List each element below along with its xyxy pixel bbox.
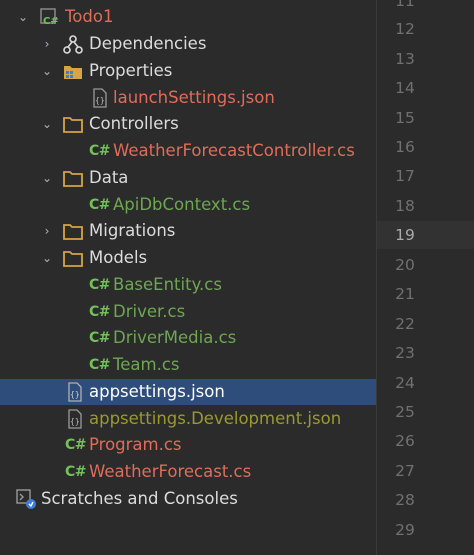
chevron-down-icon[interactable]: ⌄ [16, 4, 30, 30]
project-icon: C# [39, 4, 59, 30]
line-number: 29 [395, 521, 415, 539]
tree-node-team[interactable]: C# Team.cs [0, 352, 376, 378]
folder-icon [63, 245, 83, 271]
project-name: Todo1 [65, 7, 114, 26]
folder-icon [63, 111, 83, 137]
tree-label: BaseEntity.cs [113, 275, 222, 294]
tree-node-launchsettings[interactable]: {} launchSettings.json [0, 85, 376, 111]
csharp-file-icon: C# [89, 330, 111, 346]
line-number: 17 [395, 167, 415, 185]
tree-node-dependencies[interactable]: › Dependencies [0, 31, 376, 57]
line-number: 11 [395, 0, 415, 10]
tree-label: WeatherForecast.cs [89, 462, 252, 481]
line-number: 24 [395, 374, 415, 392]
project-tree[interactable]: ⌄ C# Todo1 › Dependencies ⌄ Properties {… [0, 0, 376, 555]
line-number: 18 [395, 197, 415, 215]
tree-node-controllers[interactable]: ⌄ Controllers [0, 111, 376, 137]
line-number: 23 [395, 344, 415, 362]
svg-text:{}: {} [70, 390, 80, 399]
folder-icon [63, 165, 83, 191]
tree-label: Scratches and Consoles [41, 489, 238, 508]
tree-label: Controllers [89, 114, 179, 133]
tree-label: Dependencies [89, 34, 207, 53]
tree-node-migrations[interactable]: › Migrations [0, 218, 376, 244]
tree-node-scratches[interactable]: Scratches and Consoles [0, 486, 376, 512]
tree-label: appsettings.Development.json [89, 409, 342, 428]
chevron-down-icon[interactable]: ⌄ [40, 165, 54, 191]
csharp-file-icon: C# [89, 277, 111, 293]
line-number: 20 [395, 256, 415, 274]
line-number: 25 [395, 403, 415, 421]
tree-node-weather-controller[interactable]: C# WeatherForecastController.cs [0, 138, 376, 164]
chevron-right-icon[interactable]: › [40, 31, 54, 57]
line-number: 27 [395, 462, 415, 480]
line-number: 22 [395, 315, 415, 333]
csharp-file-icon: C# [65, 464, 87, 480]
tree-node-drivermedia[interactable]: C# DriverMedia.cs [0, 325, 376, 351]
line-number: 13 [395, 50, 415, 68]
tree-label: Data [89, 168, 129, 187]
folder-icon [63, 218, 83, 244]
chevron-down-icon[interactable]: ⌄ [40, 111, 54, 137]
tree-label: Team.cs [113, 355, 180, 374]
scratches-icon [15, 486, 37, 512]
tree-node-driver[interactable]: C# Driver.cs [0, 299, 376, 325]
chevron-down-icon[interactable]: ⌄ [40, 58, 54, 84]
line-number: 21 [395, 285, 415, 303]
tree-node-baseentity[interactable]: C# BaseEntity.cs [0, 272, 376, 298]
tree-label: DriverMedia.cs [113, 328, 237, 347]
line-number: 14 [395, 79, 415, 97]
tree-label: Driver.cs [113, 302, 186, 321]
json-file-icon: {} [65, 379, 85, 405]
json-file-icon: {} [65, 406, 85, 432]
tree-label: appsettings.json [89, 382, 225, 401]
svg-text:{}: {} [70, 417, 80, 426]
tree-node-program[interactable]: C# Program.cs [0, 432, 376, 458]
dependencies-icon [63, 31, 83, 57]
chevron-down-icon[interactable]: ⌄ [40, 245, 54, 271]
line-number: 12 [395, 20, 415, 38]
tree-label: WeatherForecastController.cs [113, 141, 355, 160]
line-number: 15 [395, 109, 415, 127]
tree-label: ApiDbContext.cs [113, 195, 251, 214]
csharp-file-icon: C# [65, 437, 87, 453]
properties-folder-icon [63, 58, 83, 84]
tree-node-properties[interactable]: ⌄ Properties [0, 58, 376, 84]
tree-node-apidbcontext[interactable]: C# ApiDbContext.cs [0, 192, 376, 218]
tree-node-weatherforecast[interactable]: C# WeatherForecast.cs [0, 459, 376, 485]
tree-label: Models [89, 248, 148, 267]
line-number-gutter: 11 12 13 14 15 16 17 18 19 20 21 22 23 2… [377, 0, 474, 555]
csharp-file-icon: C# [89, 143, 111, 159]
csharp-file-icon: C# [89, 357, 111, 373]
svg-text:C#: C# [43, 16, 59, 27]
tree-label: Properties [89, 61, 173, 80]
line-number-current: 19 [395, 226, 415, 244]
svg-text:{}: {} [95, 96, 105, 105]
tree-node-models[interactable]: ⌄ Models [0, 245, 376, 271]
tree-label: Migrations [89, 221, 176, 240]
line-number: 28 [395, 491, 415, 509]
tree-node-appsettings-dev[interactable]: {} appsettings.Development.json [0, 406, 376, 432]
tree-node-data[interactable]: ⌄ Data [0, 165, 376, 191]
chevron-right-icon[interactable]: › [40, 218, 54, 244]
tree-label: launchSettings.json [113, 88, 275, 107]
csharp-file-icon: C# [89, 197, 111, 213]
json-file-icon: {} [90, 85, 110, 111]
tree-node-project[interactable]: ⌄ C# Todo1 [0, 4, 376, 30]
csharp-file-icon: C# [89, 304, 111, 320]
line-number: 16 [395, 138, 415, 156]
tree-label: Program.cs [89, 435, 182, 454]
line-number: 26 [395, 432, 415, 450]
tree-node-appsettings[interactable]: {} appsettings.json [0, 379, 376, 405]
